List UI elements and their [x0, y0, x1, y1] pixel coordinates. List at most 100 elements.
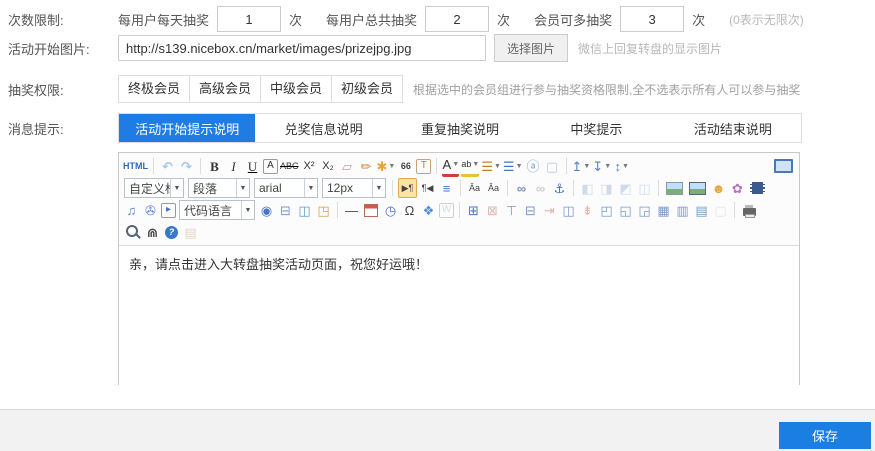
member-group-button[interactable]: 初级会员	[331, 75, 403, 103]
doc-icon[interactable]: ▢	[712, 201, 729, 219]
insert-row-icon[interactable]: ◰	[598, 201, 615, 219]
message-tab[interactable]: 中奖提示	[528, 114, 664, 142]
table-row-icon[interactable]: ▥	[674, 201, 691, 219]
row-spacing-bottom-icon[interactable]: ↧▼	[592, 157, 611, 175]
anchor-icon[interactable]: ⚓	[551, 179, 568, 197]
delete-col-icon[interactable]: ⇟	[579, 201, 596, 219]
dir-ltr-icon[interactable]: ▶¶	[398, 178, 417, 198]
paste-icon[interactable]: ▤	[182, 223, 199, 241]
count-suffix: 次	[497, 10, 510, 29]
calendar-icon[interactable]	[362, 201, 380, 219]
insert-image-icon[interactable]	[664, 179, 685, 197]
code-language-dropdown-value: 代码语言	[180, 202, 241, 219]
attachment-icon[interactable]: ✇	[142, 201, 159, 219]
dir-rtl-icon[interactable]: ¶◀	[419, 179, 436, 197]
editor-content[interactable]: 亲，请点击进入大转盘抽奖活动页面，祝您好运哦！	[119, 246, 799, 398]
paste-text-icon[interactable]: T	[416, 159, 431, 174]
subscript-icon[interactable]: X₂	[320, 157, 337, 175]
paragraph-format-icon[interactable]: ≡	[438, 179, 455, 197]
preview-icon[interactable]	[123, 223, 142, 241]
message-tab[interactable]: 兑奖信息说明	[255, 114, 391, 142]
pagebreak-icon[interactable]: ⊟	[277, 201, 294, 219]
table-col-icon[interactable]: ▤	[693, 201, 710, 219]
merge-cells-icon[interactable]: ⊟	[522, 201, 539, 219]
link-icon[interactable]: ∞	[513, 179, 530, 197]
time-icon[interactable]: ◷	[382, 201, 399, 219]
uppercase-icon[interactable]: Âa	[466, 179, 483, 197]
count-input[interactable]	[217, 6, 281, 32]
insert-image-icon	[666, 182, 683, 195]
insert-video-icon[interactable]: ▸	[161, 203, 176, 218]
delete-table-icon[interactable]: ⊠	[484, 201, 501, 219]
lowercase-icon[interactable]: Âa	[485, 179, 502, 197]
format-brush-icon[interactable]: ✏	[358, 157, 375, 175]
table-title-icon[interactable]: ⊤	[503, 201, 520, 219]
insert-table-icon[interactable]: ⊞	[465, 201, 482, 219]
unordered-list-icon[interactable]: ☰▼	[503, 157, 523, 175]
blockquote-icon[interactable]: 66	[397, 157, 414, 175]
image-center-icon[interactable]: ◫	[636, 179, 653, 197]
pick-image-button[interactable]: 选择图片	[494, 34, 568, 62]
image-right-icon[interactable]: ◩	[617, 179, 634, 197]
font-border-icon[interactable]: A	[263, 159, 278, 174]
find-replace-icon[interactable]: ⋒	[144, 223, 161, 241]
image-url-input[interactable]	[118, 35, 486, 61]
font-family-dropdown[interactable]: arial▼	[254, 178, 318, 198]
fullscreen-icon[interactable]	[772, 157, 795, 175]
image-left-icon[interactable]: ◧	[579, 179, 596, 197]
save-button[interactable]: 保存	[779, 422, 871, 449]
cell-align-icon[interactable]: ◱	[617, 201, 634, 219]
insert-col-icon[interactable]: ◫	[560, 201, 577, 219]
print-icon[interactable]	[740, 201, 759, 219]
word-image-icon[interactable]: W	[439, 203, 454, 218]
code-language-dropdown[interactable]: 代码语言▼	[179, 200, 255, 220]
emoji-icon[interactable]: ☻	[710, 179, 727, 197]
row-spacing-top-icon[interactable]: ↥▼	[572, 157, 591, 175]
italic-icon[interactable]: I	[225, 157, 242, 175]
unlink-icon[interactable]: ∞	[532, 179, 549, 197]
split-cell-icon[interactable]: ◲	[636, 201, 653, 219]
member-group-button[interactable]: 终极会员	[118, 75, 190, 103]
undo-icon[interactable]: ↶	[159, 157, 176, 175]
style-dropdown[interactable]: 自定义标题▼	[124, 178, 184, 198]
image-inline-icon[interactable]: ◨	[598, 179, 615, 197]
permission-row: 抽奖权限: 终极会员高级会员中级会员初级会员 根据选中的会员组进行参与抽奖资格限…	[8, 74, 800, 104]
upload-image-icon[interactable]	[687, 179, 708, 197]
bold-icon[interactable]: B	[206, 157, 223, 175]
columns-icon[interactable]: ◫	[296, 201, 313, 219]
font-size-dropdown[interactable]: 12px▼	[322, 178, 386, 198]
flash-icon[interactable]: ◉	[258, 201, 275, 219]
message-tab[interactable]: 活动开始提示说明	[119, 114, 255, 142]
remove-format-icon[interactable]: ▱	[339, 157, 356, 175]
html-source-icon[interactable]: HTML	[123, 157, 148, 175]
line-height-icon[interactable]: ↕▼	[613, 157, 630, 175]
count-input[interactable]	[620, 6, 684, 32]
scrawl-icon[interactable]: ✿	[729, 179, 746, 197]
underline-icon[interactable]: U	[244, 157, 261, 175]
ordered-list-icon[interactable]: ☰▼	[481, 157, 501, 175]
map-icon[interactable]: ◳	[315, 201, 332, 219]
redo-icon[interactable]: ↷	[178, 157, 195, 175]
new-doc-icon[interactable]: ▢	[544, 157, 561, 175]
count-input[interactable]	[425, 6, 489, 32]
member-group-button[interactable]: 高级会员	[189, 75, 261, 103]
font-family-dropdown-value: arial	[255, 181, 304, 195]
superscript-icon[interactable]: X²	[301, 157, 318, 175]
help-icon[interactable]	[163, 223, 180, 241]
table-grid-icon[interactable]: ▦	[655, 201, 672, 219]
hr-icon[interactable]: —	[343, 201, 360, 219]
message-tab[interactable]: 重复抽奖说明	[392, 114, 528, 142]
member-group-button[interactable]: 中级会员	[260, 75, 332, 103]
delete-row-icon[interactable]: ⇥	[541, 201, 558, 219]
special-char-icon[interactable]: Ω	[401, 201, 418, 219]
music-icon[interactable]: ♫	[123, 201, 140, 219]
highlight-color-icon[interactable]: ab▼	[461, 156, 479, 177]
circle-a-icon[interactable]: ⓐ	[525, 157, 542, 175]
message-tab[interactable]: 活动结束说明	[665, 114, 801, 142]
font-color-icon[interactable]: A▼	[442, 156, 459, 177]
video-icon[interactable]	[748, 179, 767, 197]
auto-typeset-icon[interactable]: ✱▼	[377, 157, 396, 175]
strikethrough-icon[interactable]: ABC	[280, 157, 299, 175]
paragraph-dropdown[interactable]: 段落▼	[188, 178, 250, 198]
app-icon[interactable]: ❖	[420, 201, 437, 219]
